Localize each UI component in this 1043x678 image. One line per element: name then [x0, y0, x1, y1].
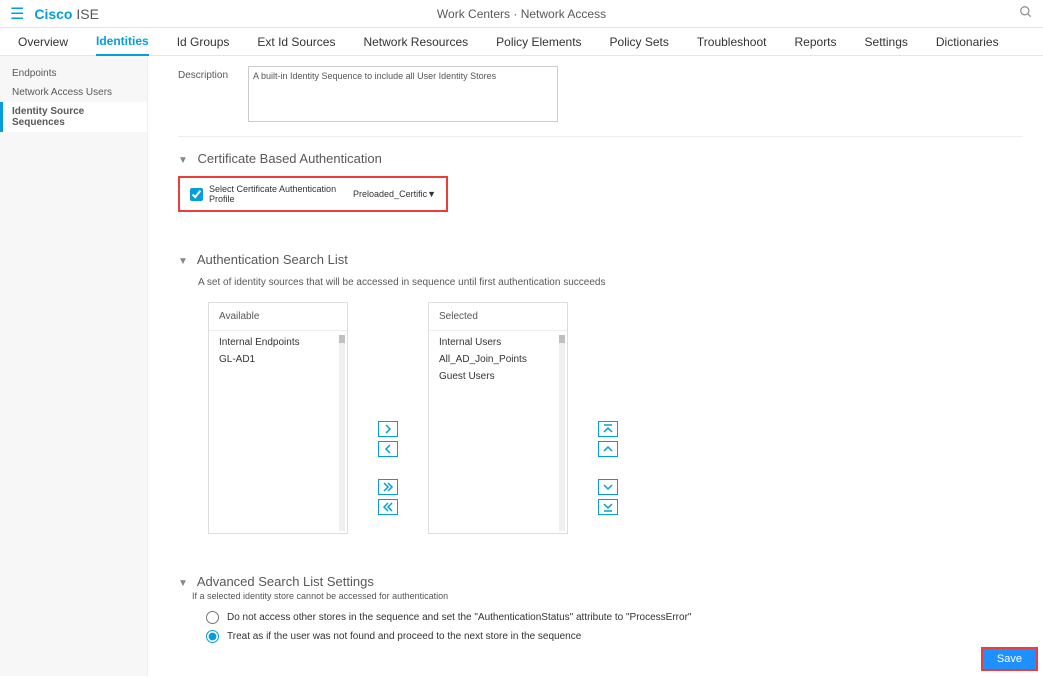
scroll-thumb[interactable] — [559, 335, 565, 343]
tab-id-groups[interactable]: Id Groups — [177, 29, 230, 55]
scrollbar[interactable] — [559, 335, 565, 531]
list-item[interactable]: GL-AD1 — [219, 354, 337, 365]
brand: Cisco ISE — [34, 6, 99, 22]
sidebar-item-network-access-users[interactable]: Network Access Users — [0, 83, 147, 102]
chevron-down-icon: ▼ — [178, 256, 188, 267]
move-down-button[interactable] — [598, 479, 618, 495]
tab-overview[interactable]: Overview — [18, 29, 68, 55]
list-item[interactable]: Internal Endpoints — [219, 337, 337, 348]
adv-option-2[interactable]: Treat as if the user was not found and p… — [206, 630, 1023, 643]
cert-profile-checkbox[interactable] — [190, 188, 203, 201]
save-button[interactable]: Save — [981, 647, 1038, 671]
adv-option-1-label: Do not access other stores in the sequen… — [227, 612, 691, 623]
adv-section-title[interactable]: ▼ Advanced Search List Settings — [178, 574, 1023, 589]
brand-cisco: Cisco — [34, 6, 72, 22]
selected-listbox: Selected Internal Users All_AD_Join_Point… — [428, 302, 568, 534]
cert-section-title[interactable]: ▼ Certificate Based Authentication — [178, 151, 1023, 166]
tab-policy-elements[interactable]: Policy Elements — [496, 29, 581, 55]
cert-profile-dropdown[interactable]: Preloaded_Certific▼ — [353, 189, 436, 199]
tab-troubleshoot[interactable]: Troubleshoot — [697, 29, 767, 55]
selected-header: Selected — [429, 303, 567, 331]
cert-auth-box: Select Certificate Authentication Profil… — [178, 176, 448, 212]
transfer-controls — [378, 302, 398, 534]
adv-radio-1[interactable] — [206, 611, 219, 624]
cert-profile-label: Select Certificate Authentication Profil… — [209, 184, 353, 204]
content: Description ▼ Certificate Based Authenti… — [148, 56, 1043, 676]
hamburger-icon[interactable]: ☰ — [10, 4, 24, 24]
adv-option-1[interactable]: Do not access other stores in the sequen… — [206, 611, 1023, 624]
tab-policy-sets[interactable]: Policy Sets — [610, 29, 669, 55]
tab-dictionaries[interactable]: Dictionaries — [936, 29, 999, 55]
description-label: Description — [178, 66, 248, 81]
list-item[interactable]: Internal Users — [439, 337, 557, 348]
tab-identities[interactable]: Identities — [96, 28, 149, 56]
auth-section-title[interactable]: ▼ Authentication Search List — [178, 252, 1023, 267]
scrollbar[interactable] — [339, 335, 345, 531]
list-item[interactable]: Guest Users — [439, 371, 557, 382]
adv-section-subtitle: If a selected identity store cannot be a… — [192, 591, 1023, 601]
adv-radio-2[interactable] — [206, 630, 219, 643]
move-all-right-button[interactable] — [378, 479, 398, 495]
chevron-down-icon: ▼ — [178, 155, 188, 166]
move-bottom-button[interactable] — [598, 499, 618, 515]
breadcrumb: Work Centers · Network Access — [437, 7, 606, 21]
tab-ext-id-sources[interactable]: Ext Id Sources — [257, 29, 335, 55]
main-tabs: Overview Identities Id Groups Ext Id Source… — [0, 28, 1043, 56]
move-all-left-button[interactable] — [378, 499, 398, 515]
sidebar-item-identity-source-sequences[interactable]: Identity Source Sequences — [0, 102, 147, 132]
sidebar: EndpointsNetwork Access UsersIdentity So… — [0, 56, 148, 676]
tab-reports[interactable]: Reports — [795, 29, 837, 55]
scroll-thumb[interactable] — [339, 335, 345, 343]
move-up-button[interactable] — [598, 441, 618, 457]
available-listbox: Available Internal Endpoints GL-AD1 — [208, 302, 348, 534]
chevron-down-icon: ▼ — [178, 578, 188, 589]
list-item[interactable]: All_AD_Join_Points — [439, 354, 557, 365]
sidebar-item-endpoints[interactable]: Endpoints — [0, 64, 147, 83]
move-left-button[interactable] — [378, 441, 398, 457]
chevron-down-icon: ▼ — [427, 189, 436, 199]
search-icon[interactable] — [1019, 5, 1033, 22]
move-top-button[interactable] — [598, 421, 618, 437]
available-header: Available — [209, 303, 347, 331]
brand-ise: ISE — [76, 6, 99, 22]
reorder-controls — [598, 302, 618, 534]
tab-network-resources[interactable]: Network Resources — [363, 29, 468, 55]
move-right-button[interactable] — [378, 421, 398, 437]
auth-section-desc: A set of identity sources that will be a… — [198, 277, 1023, 288]
tab-settings[interactable]: Settings — [865, 29, 908, 55]
description-textarea[interactable] — [248, 66, 558, 122]
adv-option-2-label: Treat as if the user was not found and p… — [227, 631, 581, 642]
